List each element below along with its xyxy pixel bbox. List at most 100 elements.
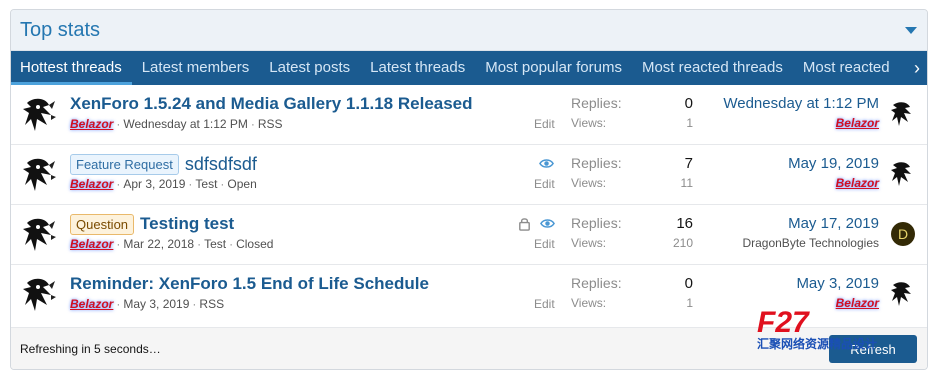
author-username[interactable]: Belazor bbox=[70, 297, 113, 311]
tab-hottest-threads[interactable]: Hottest threads bbox=[11, 51, 132, 85]
thread-row: XenForo 1.5.24 and Media Gallery 1.1.18 … bbox=[11, 85, 927, 145]
edit-link[interactable]: Edit bbox=[534, 297, 555, 311]
last-post: May 3, 2019 Belazor bbox=[679, 275, 879, 310]
thread-stats: Replies: 16 Views: 210 bbox=[571, 215, 693, 250]
author-avatar[interactable] bbox=[21, 275, 57, 315]
thread-main: Feature Request sdfsdfsdf Belazor · Apr … bbox=[70, 153, 540, 192]
thread-row: Feature Request sdfsdfsdf Belazor · Apr … bbox=[11, 145, 927, 205]
meta-separator: · bbox=[250, 117, 255, 131]
thread-title[interactable]: Testing test bbox=[140, 214, 234, 234]
collapse-caret-icon[interactable] bbox=[905, 26, 917, 34]
thread-title[interactable]: sdfsdfsdf bbox=[185, 154, 257, 175]
tab-latest-members[interactable]: Latest members bbox=[132, 51, 260, 85]
thread-stats: Replies: 0 Views: 1 bbox=[571, 95, 693, 130]
watched-eye-icon bbox=[539, 158, 554, 168]
last-poster-avatar[interactable]: D bbox=[891, 222, 915, 246]
author-avatar[interactable] bbox=[21, 215, 57, 255]
author-username[interactable]: Belazor bbox=[70, 237, 113, 251]
thread-main: XenForo 1.5.24 and Media Gallery 1.1.18 … bbox=[70, 93, 540, 132]
replies-label: Replies: bbox=[571, 95, 622, 111]
last-post: May 19, 2019 Belazor bbox=[679, 155, 879, 190]
tab-most-reacted-threads[interactable]: Most reacted threads bbox=[632, 51, 793, 85]
last-post-user[interactable]: Belazor bbox=[836, 296, 879, 310]
block-header: Top stats bbox=[11, 10, 927, 51]
thread-meta: Belazor · Wednesday at 1:12 PM · RSS bbox=[70, 116, 540, 132]
thread-row: Question Testing test Belazor · Mar 22, … bbox=[11, 205, 927, 265]
thread-forum[interactable]: Test bbox=[204, 237, 226, 251]
thread-meta: Belazor · Mar 22, 2018 · Test · Closed bbox=[70, 236, 540, 252]
views-label: Views: bbox=[571, 236, 607, 250]
thread-status: Open bbox=[227, 177, 257, 191]
views-label: Views: bbox=[571, 116, 607, 130]
thread-title[interactable]: XenForo 1.5.24 and Media Gallery 1.1.18 … bbox=[70, 94, 473, 114]
thread-status-icons bbox=[517, 213, 555, 233]
author-username[interactable]: Belazor bbox=[70, 177, 113, 191]
thread-prefix-label[interactable]: Question bbox=[70, 213, 135, 235]
block-footer: Refreshing in 5 seconds… Refresh bbox=[11, 327, 927, 369]
tab-latest-posts[interactable]: Latest posts bbox=[259, 51, 360, 85]
edit-link[interactable]: Edit bbox=[534, 177, 555, 191]
last-post: May 17, 2019 DragonByte Technologies bbox=[679, 215, 879, 250]
author-avatar[interactable] bbox=[21, 95, 57, 135]
views-label: Views: bbox=[571, 296, 607, 310]
thread-date[interactable]: Wednesday at 1:12 PM bbox=[123, 117, 248, 131]
last-post-date[interactable]: May 19, 2019 bbox=[679, 155, 879, 172]
block-title: Top stats bbox=[20, 18, 101, 41]
thread-main: Reminder: XenForo 1.5 End of Life Schedu… bbox=[70, 273, 540, 312]
thread-status: Closed bbox=[236, 237, 274, 251]
thread-date[interactable]: Mar 22, 2018 bbox=[123, 237, 194, 251]
last-poster-avatar[interactable] bbox=[889, 159, 915, 189]
tab-most-popular-forums[interactable]: Most popular forums bbox=[475, 51, 632, 85]
author-avatar[interactable] bbox=[21, 155, 57, 195]
replies-label: Replies: bbox=[571, 155, 622, 171]
thread-main: Question Testing test Belazor · Mar 22, … bbox=[70, 213, 540, 252]
author-username[interactable]: Belazor bbox=[70, 117, 113, 131]
edit-link[interactable]: Edit bbox=[534, 237, 555, 251]
thread-list: XenForo 1.5.24 and Media Gallery 1.1.18 … bbox=[11, 85, 927, 325]
tab-bar: Hottest threads Latest members Latest po… bbox=[11, 51, 927, 85]
thread-stats: Replies: 0 Views: 1 bbox=[571, 275, 693, 310]
tab-most-reacted[interactable]: Most reacted bbox=[793, 51, 900, 85]
last-post-user[interactable]: DragonByte Technologies bbox=[679, 236, 879, 250]
top-stats-block: Top stats Hottest threads Latest members… bbox=[10, 9, 928, 370]
last-poster-avatar[interactable] bbox=[889, 279, 915, 309]
watched-eye-icon bbox=[540, 218, 555, 228]
replies-label: Replies: bbox=[571, 215, 622, 231]
refresh-status-text: Refreshing in 5 seconds… bbox=[20, 341, 161, 356]
thread-title[interactable]: Reminder: XenForo 1.5 End of Life Schedu… bbox=[70, 274, 429, 294]
tab-scroll-right-icon[interactable]: › bbox=[907, 51, 927, 85]
thread-status-icons bbox=[539, 153, 554, 173]
lock-icon bbox=[519, 217, 530, 231]
meta-separator: · bbox=[188, 177, 193, 191]
last-post-user[interactable]: Belazor bbox=[836, 176, 879, 190]
thread-date[interactable]: May 3, 2019 bbox=[123, 297, 189, 311]
meta-separator: · bbox=[197, 237, 202, 251]
replies-label: Replies: bbox=[571, 275, 622, 291]
thread-forum[interactable]: Test bbox=[195, 177, 217, 191]
meta-separator: · bbox=[229, 237, 234, 251]
meta-separator: · bbox=[192, 297, 197, 311]
meta-separator: · bbox=[220, 177, 225, 191]
last-post-date[interactable]: Wednesday at 1:12 PM bbox=[679, 95, 879, 112]
views-label: Views: bbox=[571, 176, 607, 190]
thread-meta: Belazor · Apr 3, 2019 · Test · Open bbox=[70, 176, 540, 192]
last-post: Wednesday at 1:12 PM Belazor bbox=[679, 95, 879, 130]
thread-meta: Belazor · May 3, 2019 · RSS bbox=[70, 296, 540, 312]
thread-prefix-label[interactable]: Feature Request bbox=[70, 153, 179, 175]
thread-row: Reminder: XenForo 1.5 End of Life Schedu… bbox=[11, 265, 927, 325]
last-post-user[interactable]: Belazor bbox=[836, 116, 879, 130]
meta-separator: · bbox=[116, 297, 121, 311]
last-poster-avatar[interactable] bbox=[889, 99, 915, 129]
last-post-date[interactable]: May 3, 2019 bbox=[679, 275, 879, 292]
thread-stats: Replies: 7 Views: 11 bbox=[571, 155, 693, 190]
thread-forum[interactable]: RSS bbox=[199, 297, 224, 311]
last-post-date[interactable]: May 17, 2019 bbox=[679, 215, 879, 232]
refresh-button[interactable]: Refresh bbox=[829, 335, 917, 363]
meta-separator: · bbox=[116, 237, 121, 251]
thread-forum[interactable]: RSS bbox=[258, 117, 283, 131]
edit-link[interactable]: Edit bbox=[534, 117, 555, 131]
meta-separator: · bbox=[116, 117, 121, 131]
tab-latest-threads[interactable]: Latest threads bbox=[360, 51, 475, 85]
meta-separator: · bbox=[116, 177, 121, 191]
thread-date[interactable]: Apr 3, 2019 bbox=[123, 177, 185, 191]
